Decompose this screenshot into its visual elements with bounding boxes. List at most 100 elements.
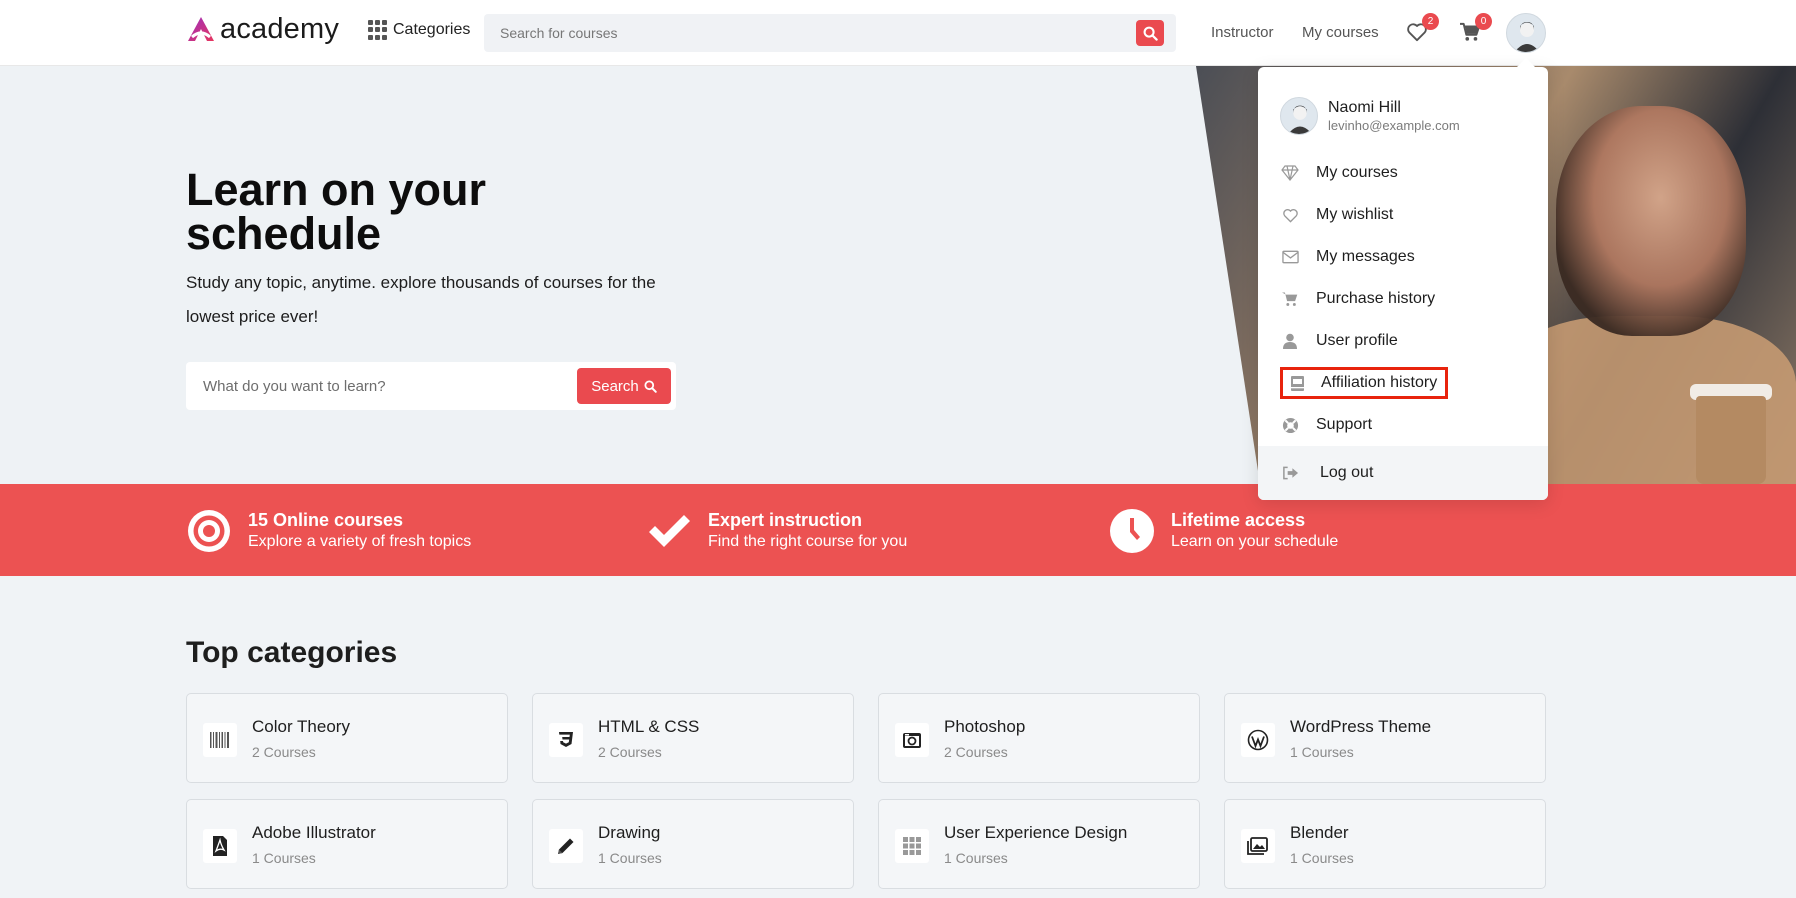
top-search-bar xyxy=(484,14,1176,52)
top-search-input[interactable] xyxy=(484,14,1124,52)
menu-item-user-profile[interactable]: User profile xyxy=(1280,325,1398,357)
category-card-drawing[interactable]: Drawing 1 Courses xyxy=(532,799,854,889)
category-count: 2 Courses xyxy=(252,744,316,760)
lifebuoy-icon xyxy=(1280,415,1300,435)
category-count: 1 Courses xyxy=(1290,850,1354,866)
feature-desc: Explore a variety of fresh topics xyxy=(248,533,472,550)
css3-icon xyxy=(549,723,583,757)
menu-item-support[interactable]: Support xyxy=(1280,409,1372,441)
feature-lifetime: Lifetime access Learn on your schedule xyxy=(1109,508,1338,554)
sign-out-icon xyxy=(1280,463,1300,483)
category-card-color-theory[interactable]: Color Theory 2 Courses xyxy=(186,693,508,783)
category-name: Blender xyxy=(1290,823,1349,842)
logo-mark-icon xyxy=(188,17,214,41)
menu-item-my-courses[interactable]: My courses xyxy=(1280,157,1398,189)
cart-icon xyxy=(1280,289,1300,309)
category-count: 2 Courses xyxy=(944,744,1008,760)
images-icon xyxy=(1241,829,1275,863)
feature-desc: Learn on your schedule xyxy=(1171,533,1339,550)
category-card-wordpress-theme[interactable]: WordPress Theme 1 Courses xyxy=(1224,693,1546,783)
logout-label: Log out xyxy=(1320,464,1374,481)
avatar xyxy=(1280,97,1318,135)
pdf-file-icon xyxy=(203,829,237,863)
menu-item-label: My courses xyxy=(1316,164,1398,181)
feature-courses: 15 Online courses Explore a variety of f… xyxy=(186,508,471,554)
feature-title: Expert instruction xyxy=(708,510,863,530)
dropdown-caret xyxy=(1516,58,1536,68)
menu-item-label: Purchase history xyxy=(1316,290,1436,307)
feature-desc: Find the right course for you xyxy=(708,533,908,550)
grid-icon xyxy=(368,20,388,40)
dropdown-user-info: Naomi Hill levinho@example.com xyxy=(1280,97,1460,135)
category-name: Color Theory xyxy=(252,717,350,736)
menu-item-purchase-history[interactable]: Purchase history xyxy=(1280,283,1435,315)
dropdown-user-email: levinho@example.com xyxy=(1328,118,1460,133)
logo-text: academy xyxy=(220,12,340,45)
category-card-photoshop[interactable]: Photoshop 2 Courses xyxy=(878,693,1200,783)
check-icon xyxy=(646,508,692,554)
menu-item-affiliation-history[interactable]: Affiliation history xyxy=(1280,367,1449,399)
category-name: WordPress Theme xyxy=(1290,717,1432,736)
menu-item-my-messages[interactable]: My messages xyxy=(1280,241,1415,273)
category-name: User Experience Design xyxy=(944,823,1128,842)
menu-item-label: Support xyxy=(1316,416,1373,433)
grid-icon xyxy=(895,829,929,863)
search-icon xyxy=(644,379,657,393)
wordpress-icon xyxy=(1241,723,1275,757)
category-card-blender[interactable]: Blender 1 Courses xyxy=(1224,799,1546,889)
category-count: 1 Courses xyxy=(1290,744,1354,760)
hero-search-input[interactable] xyxy=(186,362,576,410)
categories-button[interactable]: Categories xyxy=(368,20,470,40)
dropdown-footer: Log out xyxy=(1258,446,1548,500)
cart-button[interactable]: 0 xyxy=(1459,13,1492,44)
wishlist-badge: 2 xyxy=(1422,13,1439,30)
heart-icon xyxy=(1280,205,1300,225)
camera-icon xyxy=(895,723,929,757)
category-name: Drawing xyxy=(598,823,661,842)
category-card-user-experience-design[interactable]: User Experience Design 1 Courses xyxy=(878,799,1200,889)
my-courses-link[interactable]: My courses xyxy=(1302,24,1379,41)
target-icon xyxy=(186,508,232,554)
menu-item-my-wishlist[interactable]: My wishlist xyxy=(1280,199,1393,231)
category-card-html-css[interactable]: HTML & CSS 2 Courses xyxy=(532,693,854,783)
user-icon xyxy=(1280,331,1300,351)
barcode-icon xyxy=(203,723,237,757)
category-name: Photoshop xyxy=(944,717,1026,736)
category-card-adobe-illustrator[interactable]: Adobe Illustrator 1 Courses xyxy=(186,799,508,889)
pencil-icon xyxy=(549,829,583,863)
hero-search-button[interactable]: Search xyxy=(577,368,671,404)
logout-button[interactable]: Log out xyxy=(1280,457,1373,489)
category-name: Adobe Illustrator xyxy=(252,823,376,842)
menu-item-label: My wishlist xyxy=(1316,206,1394,223)
top-search-button[interactable] xyxy=(1136,20,1164,46)
instructor-link[interactable]: Instructor xyxy=(1211,24,1274,41)
menu-item-label: Affiliation history xyxy=(1321,374,1438,391)
avatar-icon xyxy=(1514,22,1540,52)
academy-logo[interactable]: academy xyxy=(186,12,339,46)
category-count: 2 Courses xyxy=(598,744,662,760)
user-avatar-button[interactable] xyxy=(1506,13,1546,53)
categories-label: Categories xyxy=(393,21,471,38)
envelope-icon xyxy=(1280,247,1300,267)
hero-search-bar: Search xyxy=(186,362,676,410)
feature-title: Lifetime access xyxy=(1171,510,1306,530)
top-categories-title: Top categories xyxy=(186,636,398,669)
category-count: 1 Courses xyxy=(252,850,316,866)
dropdown-user-name: Naomi Hill xyxy=(1328,99,1401,116)
feature-title: 15 Online courses xyxy=(248,510,404,530)
wishlist-button[interactable]: 2 xyxy=(1406,13,1439,44)
search-icon xyxy=(1143,26,1158,41)
category-count: 1 Courses xyxy=(598,850,662,866)
feature-instruction: Expert instruction Find the right course… xyxy=(646,508,907,554)
hero-search-label: Search xyxy=(591,377,639,395)
gem-icon xyxy=(1280,163,1300,183)
cart-badge: 0 xyxy=(1475,13,1492,30)
hero-title: Learn on your schedule xyxy=(186,164,487,259)
avatar-icon xyxy=(1288,105,1312,134)
clock-icon xyxy=(1109,508,1155,554)
category-count: 1 Courses xyxy=(944,850,1008,866)
top-header: academy Categories Instructor My courses… xyxy=(0,0,1796,66)
book-icon xyxy=(1287,373,1307,393)
hero-subtitle: Study any topic, anytime. explore thousa… xyxy=(186,273,656,326)
user-dropdown-menu: Naomi Hill levinho@example.com My course… xyxy=(1258,67,1548,500)
